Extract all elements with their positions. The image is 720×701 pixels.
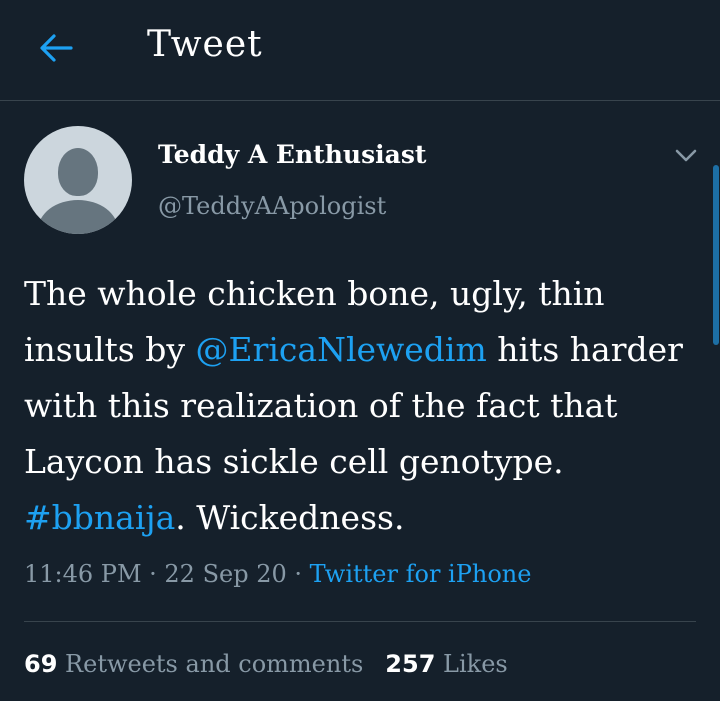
top-bar: Tweet	[0, 0, 720, 101]
tweet-date[interactable]: 22 Sep 20	[164, 560, 286, 588]
tweet-time[interactable]: 11:46 PM	[24, 560, 142, 588]
engagement-stats: 69 Retweets and comments 257 Likes	[24, 650, 508, 678]
likes-count: 257	[385, 650, 436, 678]
likes-label: Likes	[443, 650, 508, 678]
hashtag-link[interactable]: #bbnaija	[24, 498, 175, 537]
tweet-text-part: . Wickedness.	[175, 498, 405, 537]
tweet-options-button[interactable]	[672, 144, 700, 168]
retweets-stat[interactable]: 69 Retweets and comments	[24, 650, 363, 678]
likes-stat[interactable]: 257 Likes	[385, 650, 507, 678]
retweets-count: 69	[24, 650, 58, 678]
scrollbar[interactable]	[713, 165, 719, 345]
default-avatar-icon	[58, 148, 98, 196]
tweet-metadata: 11:46 PM · 22 Sep 20 · Twitter for iPhon…	[24, 560, 531, 588]
meta-separator: ·	[286, 560, 310, 588]
arrow-left-icon	[40, 34, 73, 62]
tweet-source-link[interactable]: Twitter for iPhone	[310, 560, 532, 588]
divider	[24, 621, 696, 622]
avatar-body-shape	[38, 200, 118, 234]
mention-link[interactable]: @EricaNlewedim	[196, 330, 487, 369]
meta-separator: ·	[141, 560, 165, 588]
author-handle[interactable]: @TeddyAApologist	[158, 192, 386, 220]
page-title: Tweet	[147, 24, 263, 65]
avatar[interactable]	[24, 126, 132, 234]
retweets-label: Retweets and comments	[65, 650, 364, 678]
author-display-name[interactable]: Teddy A Enthusiast	[158, 140, 426, 169]
tweet-text: The whole chicken bone, ugly, thin insul…	[24, 266, 684, 546]
chevron-down-icon	[675, 149, 697, 162]
back-button[interactable]	[34, 26, 78, 70]
